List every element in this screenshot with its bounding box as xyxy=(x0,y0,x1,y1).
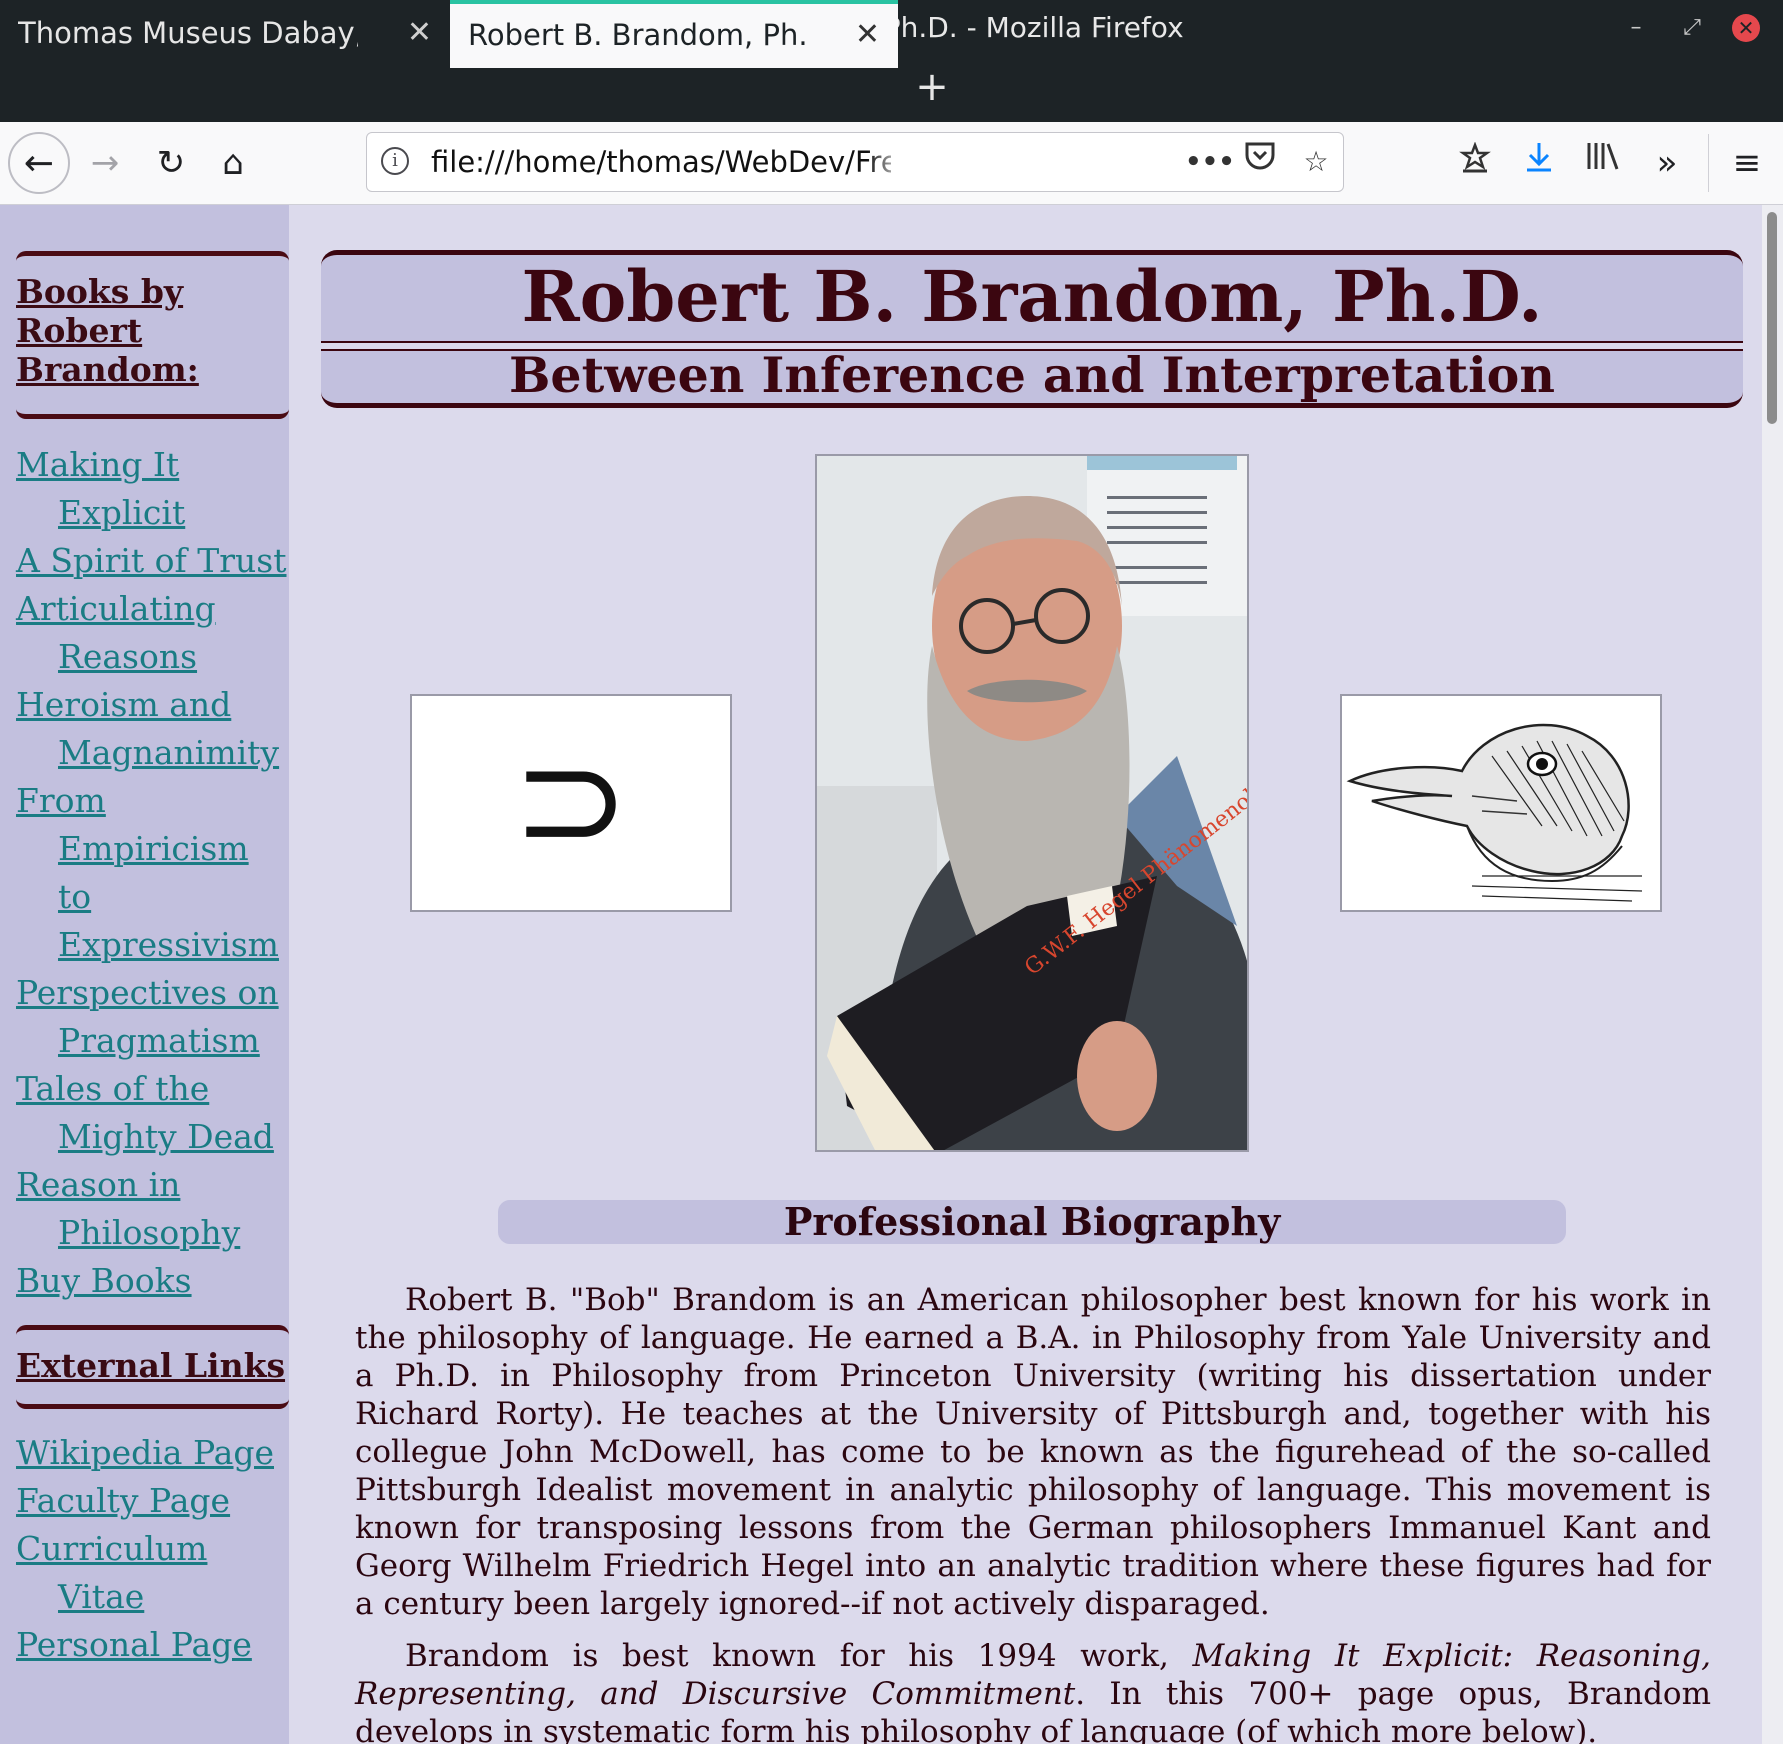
tab-thomas-dabay[interactable]: Thomas Museus Dabay, Ph.D. ✕ xyxy=(0,2,450,64)
external-link[interactable]: Wikipedia Page xyxy=(16,1429,289,1477)
back-arrow-icon[interactable]: ← xyxy=(8,132,70,194)
book-link[interactable]: A Spirit of Trust xyxy=(16,537,289,585)
book-link[interactable]: Heroism and Magnanimity xyxy=(16,681,289,777)
sidebar: Books by Robert Brandom: Making It Expli… xyxy=(0,205,289,1744)
books-heading[interactable]: Books by Robert Brandom: xyxy=(16,256,289,403)
url-text[interactable]: file:///home/thomas/WebDev/FreeCodeCamp/… xyxy=(431,133,891,191)
biography-paragraph: Robert B. "Bob" Brandom is an American p… xyxy=(355,1282,1711,1622)
book-link[interactable]: Perspectives on Pragmatism xyxy=(16,969,289,1065)
new-tab-icon[interactable]: + xyxy=(912,56,952,122)
duck-rabbit-image xyxy=(1340,694,1662,912)
horseshoe-symbol: ⊃ xyxy=(512,719,630,882)
portrait-photo: G.W.F. Hegel Phänomenologie des Geistes xyxy=(815,454,1249,1152)
bio-text: Brandom is best known for his 1994 work, xyxy=(405,1638,1193,1674)
navigation-toolbar: ← → ↻ ⌂ i file:///home/thomas/WebDev/Fre… xyxy=(0,122,1783,205)
tab-robert-brandom[interactable]: Robert B. Brandom, Ph.D. ✕ xyxy=(450,0,898,68)
external-link[interactable]: Faculty Page xyxy=(16,1477,289,1525)
biography-text: Robert B. "Bob" Brandom is an American p… xyxy=(355,1281,1711,1744)
page-viewport: Books by Robert Brandom: Making It Expli… xyxy=(0,205,1783,1744)
books-list: Making It Explicit A Spirit of Trust Art… xyxy=(16,441,289,1305)
external-link[interactable]: Curriculum Vitae xyxy=(16,1525,289,1621)
duck-rabbit-illustration xyxy=(1342,696,1660,910)
minimize-icon[interactable]: – xyxy=(1622,14,1650,42)
page-actions-icon[interactable]: ••• xyxy=(1185,141,1235,183)
forward-arrow-icon[interactable]: → xyxy=(80,138,130,188)
page-header: Robert B. Brandom, Ph.D. Between Inferen… xyxy=(321,250,1743,408)
url-fade xyxy=(867,137,907,187)
downloads-icon[interactable] xyxy=(1514,138,1564,188)
main-content: Robert B. Brandom, Ph.D. Between Inferen… xyxy=(320,205,1743,1744)
tab-close-icon[interactable]: ✕ xyxy=(855,4,880,66)
pocket-icon[interactable] xyxy=(1239,141,1281,183)
external-links-list: Wikipedia Page Faculty Page Curriculum V… xyxy=(16,1429,289,1669)
page-title: Robert B. Brandom, Ph.D. xyxy=(521,255,1543,338)
sync-save-icon[interactable] xyxy=(1450,138,1500,188)
tab-label: Robert B. Brandom, Ph.D. xyxy=(468,18,808,52)
toolbar-separator xyxy=(1708,134,1709,192)
biography-heading: Professional Biography xyxy=(498,1200,1566,1244)
book-link[interactable]: Making It Explicit xyxy=(16,441,289,537)
book-link[interactable]: Reason in Philosophy xyxy=(16,1161,289,1257)
tab-close-icon[interactable]: ✕ xyxy=(407,2,432,64)
external-links-heading[interactable]: External Links xyxy=(16,1330,289,1399)
book-link[interactable]: Articulating Reasons xyxy=(16,585,289,681)
portrait-illustration: G.W.F. Hegel Phänomenologie des Geistes xyxy=(817,456,1247,1150)
url-bar[interactable]: i file:///home/thomas/WebDev/FreeCodeCam… xyxy=(366,132,1344,192)
close-window-icon[interactable]: ✕ xyxy=(1732,14,1760,42)
page-subtitle: Between Inference and Interpretation xyxy=(509,346,1555,404)
site-info-icon[interactable]: i xyxy=(381,147,409,175)
external-links-heading-box: External Links xyxy=(16,1325,289,1409)
buy-books-link[interactable]: Buy Books xyxy=(16,1257,289,1305)
biography-paragraph: Brandom is best known for his 1994 work,… xyxy=(355,1637,1711,1744)
scrollbar-thumb[interactable] xyxy=(1767,212,1777,424)
horseshoe-symbol-image: ⊃ xyxy=(410,694,732,912)
bookmark-star-icon[interactable]: ☆ xyxy=(1295,141,1337,183)
hamburger-menu-icon[interactable]: ≡ xyxy=(1722,138,1772,188)
overflow-menu-icon[interactable]: » xyxy=(1642,138,1692,188)
books-heading-box: Books by Robert Brandom: xyxy=(16,251,289,419)
vertical-scrollbar[interactable] xyxy=(1762,205,1783,1744)
restore-icon[interactable]: ⤢ xyxy=(1678,14,1706,42)
external-link[interactable]: Personal Page xyxy=(16,1621,289,1669)
reload-icon[interactable]: ↻ xyxy=(146,138,196,188)
library-icon[interactable] xyxy=(1578,138,1628,188)
tab-label: Thomas Museus Dabay, Ph.D. xyxy=(18,16,358,50)
book-link[interactable]: Tales of the Mighty Dead xyxy=(16,1065,289,1161)
home-icon[interactable]: ⌂ xyxy=(208,138,258,188)
book-link[interactable]: From Empiricism to Expressivism xyxy=(16,777,289,969)
